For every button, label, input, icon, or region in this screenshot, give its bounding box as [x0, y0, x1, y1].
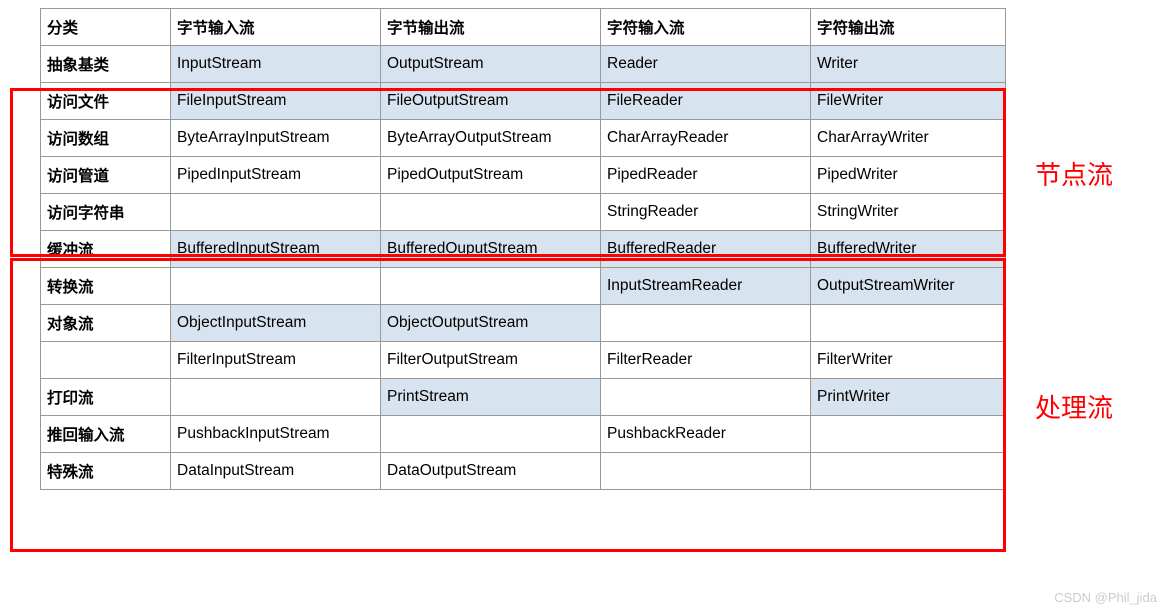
cell: InputStream	[171, 46, 381, 83]
cell	[171, 268, 381, 305]
io-streams-table: 分类 字节输入流 字节输出流 字符输入流 字符输出流 抽象基类InputStre…	[40, 8, 1006, 490]
table-row: 对象流ObjectInputStreamObjectOutputStream	[41, 305, 1006, 342]
row-category: 推回输入流	[41, 416, 171, 453]
cell: FileOutputStream	[381, 83, 601, 120]
cell: InputStreamReader	[601, 268, 811, 305]
header-byte-out: 字节输出流	[381, 9, 601, 46]
table-header-row: 分类 字节输入流 字节输出流 字符输入流 字符输出流	[41, 9, 1006, 46]
row-category: 访问管道	[41, 157, 171, 194]
table-row: 打印流 PrintStream PrintWriter	[41, 379, 1006, 416]
watermark-text: CSDN @Phil_jida	[1054, 590, 1157, 605]
table-row: 转换流 InputStreamReaderOutputStreamWriter	[41, 268, 1006, 305]
cell: BufferedInputStream	[171, 231, 381, 268]
table-row: 抽象基类InputStreamOutputStreamReaderWriter	[41, 46, 1006, 83]
cell: Reader	[601, 46, 811, 83]
cell	[171, 379, 381, 416]
header-byte-in: 字节输入流	[171, 9, 381, 46]
cell: BufferedOuputStream	[381, 231, 601, 268]
cell	[811, 416, 1006, 453]
cell: FilterInputStream	[171, 342, 381, 379]
table-row: 访问文件FileInputStreamFileOutputStreamFileR…	[41, 83, 1006, 120]
cell: FileReader	[601, 83, 811, 120]
cell: FileWriter	[811, 83, 1006, 120]
cell: DataOutputStream	[381, 453, 601, 490]
cell: PipedInputStream	[171, 157, 381, 194]
row-category: 访问文件	[41, 83, 171, 120]
cell: PrintStream	[381, 379, 601, 416]
cell: BufferedReader	[601, 231, 811, 268]
cell: PrintWriter	[811, 379, 1006, 416]
row-category: 特殊流	[41, 453, 171, 490]
cell: FileInputStream	[171, 83, 381, 120]
cell: CharArrayWriter	[811, 120, 1006, 157]
cell: ObjectOutputStream	[381, 305, 601, 342]
cell: ByteArrayInputStream	[171, 120, 381, 157]
header-char-out: 字符输出流	[811, 9, 1006, 46]
row-category: 缓冲流	[41, 231, 171, 268]
cell: OutputStream	[381, 46, 601, 83]
node-stream-caption: 节点流	[1035, 155, 1113, 192]
cell: Writer	[811, 46, 1006, 83]
row-category: 转换流	[41, 268, 171, 305]
cell: FilterReader	[601, 342, 811, 379]
cell	[381, 268, 601, 305]
cell: BufferedWriter	[811, 231, 1006, 268]
table-row: 推回输入流PushbackInputStream PushbackReader	[41, 416, 1006, 453]
row-category: 对象流	[41, 305, 171, 342]
cell: StringReader	[601, 194, 811, 231]
cell: ByteArrayOutputStream	[381, 120, 601, 157]
table-row: 访问字符串 StringReaderStringWriter	[41, 194, 1006, 231]
table-row: 特殊流DataInputStreamDataOutputStream	[41, 453, 1006, 490]
cell	[601, 453, 811, 490]
cell: StringWriter	[811, 194, 1006, 231]
row-category: 访问字符串	[41, 194, 171, 231]
cell: PushbackInputStream	[171, 416, 381, 453]
cell	[811, 305, 1006, 342]
cell	[171, 194, 381, 231]
row-category: 打印流	[41, 379, 171, 416]
table-row: FilterInputStreamFilterOutputStreamFilte…	[41, 342, 1006, 379]
table-row: 访问管道PipedInputStreamPipedOutputStreamPip…	[41, 157, 1006, 194]
table-row: 访问数组ByteArrayInputStreamByteArrayOutputS…	[41, 120, 1006, 157]
row-category	[41, 342, 171, 379]
row-category: 抽象基类	[41, 46, 171, 83]
cell: PushbackReader	[601, 416, 811, 453]
table-row: 缓冲流BufferedInputStreamBufferedOuputStrea…	[41, 231, 1006, 268]
cell: ObjectInputStream	[171, 305, 381, 342]
header-char-in: 字符输入流	[601, 9, 811, 46]
cell: OutputStreamWriter	[811, 268, 1006, 305]
cell	[601, 379, 811, 416]
cell	[381, 194, 601, 231]
cell	[601, 305, 811, 342]
cell: CharArrayReader	[601, 120, 811, 157]
cell: FilterWriter	[811, 342, 1006, 379]
cell	[811, 453, 1006, 490]
cell	[381, 416, 601, 453]
cell: PipedOutputStream	[381, 157, 601, 194]
header-category: 分类	[41, 9, 171, 46]
row-category: 访问数组	[41, 120, 171, 157]
cell: PipedWriter	[811, 157, 1006, 194]
cell: FilterOutputStream	[381, 342, 601, 379]
cell: DataInputStream	[171, 453, 381, 490]
cell: PipedReader	[601, 157, 811, 194]
process-stream-caption: 处理流	[1035, 388, 1113, 425]
